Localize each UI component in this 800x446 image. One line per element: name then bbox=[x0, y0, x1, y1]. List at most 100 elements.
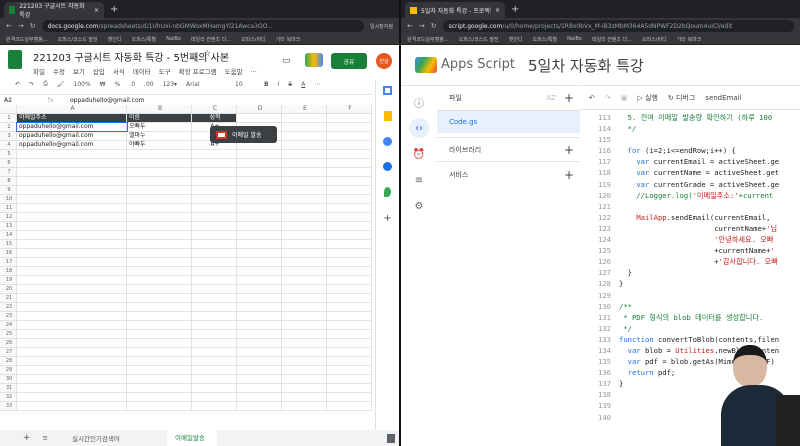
function-select[interactable]: sendEmail bbox=[705, 94, 741, 102]
row-number[interactable]: 21 bbox=[0, 294, 17, 302]
executions-icon[interactable]: ≡ bbox=[409, 170, 429, 190]
file-code-gs[interactable]: Code.gs bbox=[437, 111, 580, 133]
row-number[interactable]: 31 bbox=[0, 384, 17, 392]
cell[interactable] bbox=[192, 240, 237, 248]
cell[interactable] bbox=[17, 393, 127, 401]
cell[interactable] bbox=[17, 375, 127, 383]
url-input[interactable]: docs.google.com/spreadsheets/d/1UhUxl-nb… bbox=[41, 20, 364, 32]
cell[interactable] bbox=[127, 195, 192, 203]
cell[interactable] bbox=[327, 195, 372, 203]
decrease-decimal-button[interactable]: .0 bbox=[129, 81, 135, 88]
row-number[interactable]: 6 bbox=[0, 159, 17, 167]
cell[interactable] bbox=[17, 213, 127, 221]
row-number[interactable]: 10 bbox=[0, 195, 17, 203]
bold-icon[interactable]: B bbox=[264, 81, 269, 88]
cell[interactable] bbox=[237, 366, 282, 374]
bookmark[interactable]: 챗인디 bbox=[509, 36, 523, 43]
add-service-icon[interactable]: + bbox=[564, 168, 574, 182]
cell[interactable] bbox=[127, 186, 192, 194]
cell[interactable] bbox=[282, 276, 327, 284]
cell[interactable] bbox=[282, 123, 327, 131]
cell[interactable] bbox=[327, 330, 372, 338]
cell[interactable] bbox=[237, 168, 282, 176]
settings-icon[interactable]: ⚙ bbox=[409, 196, 429, 216]
cell[interactable] bbox=[237, 276, 282, 284]
cell[interactable] bbox=[17, 384, 127, 392]
cell[interactable]: oppaduhello@gmail.com bbox=[17, 141, 127, 149]
cell[interactable] bbox=[237, 402, 282, 410]
bookmark[interactable]: 기타 북마크 bbox=[276, 36, 301, 43]
cell[interactable] bbox=[17, 267, 127, 275]
cell[interactable] bbox=[237, 114, 282, 122]
cell[interactable] bbox=[17, 330, 127, 338]
row-number[interactable]: 2 bbox=[0, 123, 17, 131]
cell[interactable] bbox=[192, 159, 237, 167]
cell[interactable] bbox=[192, 303, 237, 311]
cell[interactable] bbox=[17, 204, 127, 212]
cell[interactable] bbox=[327, 141, 372, 149]
cell[interactable]: 이름 bbox=[127, 114, 192, 122]
undo-icon[interactable]: ↶ bbox=[15, 81, 20, 88]
new-tab-icon[interactable]: + bbox=[511, 4, 519, 15]
menu-item[interactable]: 도움말 bbox=[225, 66, 243, 76]
cell[interactable]: 성적 bbox=[192, 114, 237, 122]
cell[interactable] bbox=[192, 321, 237, 329]
cell[interactable] bbox=[282, 285, 327, 293]
paint-format-icon[interactable]: 🖌 bbox=[57, 81, 65, 88]
cell[interactable] bbox=[192, 267, 237, 275]
cell[interactable] bbox=[192, 186, 237, 194]
cell[interactable] bbox=[237, 231, 282, 239]
meet-icon[interactable] bbox=[305, 53, 323, 67]
cell[interactable] bbox=[127, 168, 192, 176]
cell[interactable] bbox=[127, 276, 192, 284]
cell[interactable] bbox=[192, 222, 237, 230]
cell[interactable] bbox=[327, 159, 372, 167]
cell[interactable] bbox=[237, 357, 282, 365]
bookmark[interactable]: 기타 북마크 bbox=[677, 36, 702, 43]
cell[interactable] bbox=[282, 294, 327, 302]
cell[interactable] bbox=[237, 339, 282, 347]
cell[interactable] bbox=[282, 258, 327, 266]
italic-icon[interactable]: I bbox=[278, 81, 280, 88]
cell[interactable] bbox=[17, 357, 127, 365]
column-header[interactable]: D bbox=[237, 105, 282, 113]
text-color-icon[interactable]: A bbox=[301, 81, 305, 88]
row-number[interactable]: 18 bbox=[0, 267, 17, 275]
sheet-tab[interactable]: 실시간인기검색어 bbox=[72, 433, 167, 443]
bookmark[interactable]: 오피스/코스드 발전 bbox=[459, 36, 499, 43]
row-number[interactable]: 13 bbox=[0, 222, 17, 230]
cell[interactable] bbox=[327, 276, 372, 284]
row-number[interactable]: 23 bbox=[0, 312, 17, 320]
cell[interactable] bbox=[282, 177, 327, 185]
cell[interactable] bbox=[127, 357, 192, 365]
number-format-select[interactable]: 123▾ bbox=[163, 81, 177, 88]
cell[interactable] bbox=[192, 231, 237, 239]
cell[interactable] bbox=[192, 213, 237, 221]
cell[interactable] bbox=[17, 222, 127, 230]
column-header[interactable]: E bbox=[282, 105, 327, 113]
cell[interactable] bbox=[327, 132, 372, 140]
cell[interactable] bbox=[327, 339, 372, 347]
row-number[interactable]: 14 bbox=[0, 231, 17, 239]
cell[interactable] bbox=[127, 267, 192, 275]
cell[interactable] bbox=[192, 249, 237, 257]
row-number[interactable]: 3 bbox=[0, 132, 17, 140]
cell[interactable] bbox=[327, 213, 372, 221]
bookmark[interactable]: 오피스/특별 bbox=[532, 36, 557, 43]
cell[interactable] bbox=[282, 312, 327, 320]
row-number[interactable]: 15 bbox=[0, 240, 17, 248]
cell[interactable] bbox=[327, 384, 372, 392]
cell[interactable] bbox=[327, 222, 372, 230]
row-number[interactable]: 25 bbox=[0, 330, 17, 338]
doc-title[interactable]: 221203 구글시트 자동화 특강 - 5번째의 사본 bbox=[33, 49, 229, 64]
cell[interactable] bbox=[192, 285, 237, 293]
cell[interactable] bbox=[282, 231, 327, 239]
cell[interactable] bbox=[17, 366, 127, 374]
cell[interactable]: 이메일주소 bbox=[17, 114, 127, 122]
save-icon[interactable]: ▣ bbox=[621, 94, 628, 102]
row-number[interactable]: 33 bbox=[0, 402, 17, 410]
cell[interactable] bbox=[237, 258, 282, 266]
cell[interactable] bbox=[127, 294, 192, 302]
cell[interactable] bbox=[327, 321, 372, 329]
cell[interactable] bbox=[282, 303, 327, 311]
